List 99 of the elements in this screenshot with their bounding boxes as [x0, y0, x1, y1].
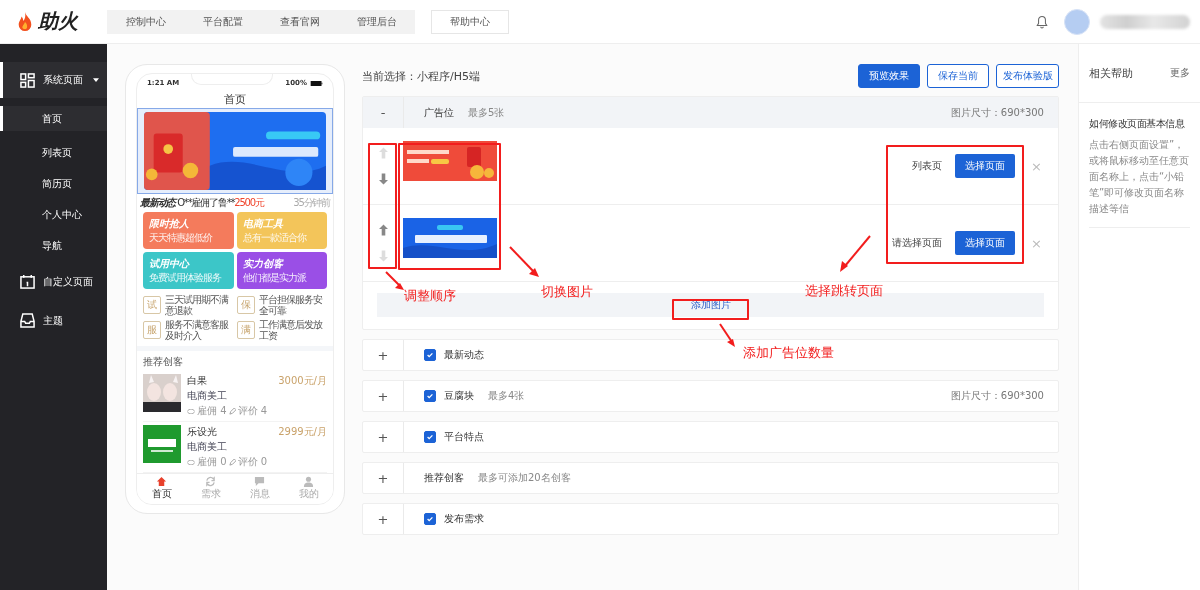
image-size-note: 图片尺寸：690*300 — [950, 389, 1044, 403]
section-title: 推荐创客 — [424, 471, 464, 485]
expand-toggle[interactable]: + — [363, 381, 404, 411]
review-count: 评价 4 — [237, 404, 268, 418]
link-target: 列表页 — [912, 159, 943, 173]
current-selection: 当前选择：小程序/H5端 — [362, 68, 480, 84]
grid-icon — [20, 72, 35, 88]
inbox-icon — [20, 313, 35, 328]
section-title: 推荐创客 — [142, 355, 184, 369]
section-title: 平台特点 — [444, 430, 484, 444]
person-icon — [303, 476, 314, 487]
flame-icon — [16, 10, 34, 33]
checkbox[interactable] — [424, 513, 436, 525]
feature-text: 服务不满意客服及时介入 — [165, 319, 230, 341]
sidebar-item[interactable]: 个人中心 — [0, 199, 107, 230]
annotation-arrow — [509, 246, 539, 277]
more-link[interactable]: 更多 — [1170, 66, 1190, 80]
hire-count: 雇佣 4 — [197, 404, 227, 418]
sidebar-group[interactable]: 主题 — [0, 302, 107, 339]
feature-text: 工作满意后发放工资 — [259, 319, 324, 341]
checkmark-icon — [426, 433, 434, 441]
select-page-button[interactable]: 选择页面 — [955, 231, 1016, 255]
creator-role: 电商美工 — [187, 389, 228, 403]
battery-icon — [310, 80, 323, 86]
sidebar-group[interactable]: 系统页面 — [0, 62, 107, 98]
page-title: 首页 — [223, 92, 247, 108]
section-note: 最多4张 — [488, 389, 525, 403]
feature-text: 平台担保服务安全可靠 — [259, 294, 323, 316]
section-title: 豆腐块 — [444, 389, 474, 403]
news-text: O**雇佣了鲁**2500元 — [177, 196, 266, 210]
checkbox[interactable] — [424, 390, 436, 402]
action-button[interactable]: 预览效果 — [858, 64, 920, 88]
nav-tab[interactable]: 管理后台 — [338, 14, 415, 29]
banner-selection[interactable] — [137, 108, 333, 194]
link-target: 请选择页面 — [892, 236, 943, 250]
checkmark-icon — [426, 515, 434, 523]
feature-badge: 保 — [237, 296, 255, 314]
eye-icon — [187, 408, 195, 414]
hire-count: 雇佣 0 — [197, 455, 227, 469]
feature-tile[interactable]: 实力创客 他们都是实力派 — [236, 252, 327, 289]
nav-tab[interactable]: 平台配置 — [184, 14, 261, 29]
review-count: 评价 0 — [237, 455, 268, 469]
annotation-arrow — [385, 271, 404, 290]
section-title: 最新动态 — [444, 348, 484, 362]
bell-icon[interactable] — [1036, 14, 1048, 29]
select-page-button[interactable]: 选择页面 — [955, 154, 1016, 178]
sidebar-item[interactable]: 首页 — [0, 106, 107, 131]
checkmark-icon — [426, 392, 434, 400]
nav-tab[interactable]: 控制中心 — [107, 14, 184, 29]
annotation-arrow — [719, 323, 735, 347]
feature-text: 三天试用期不满意退款 — [165, 294, 230, 316]
news-label: 最新动态 — [140, 196, 176, 210]
action-button[interactable]: 保存当前 — [927, 64, 989, 88]
message-icon — [254, 476, 265, 487]
article-title[interactable]: 如何修改页面基本信息 — [1089, 117, 1190, 131]
help-center-button[interactable]: 帮助中心 — [431, 9, 509, 34]
checkbox[interactable] — [424, 431, 436, 443]
creator-name: 乐设光 — [187, 425, 217, 439]
feature-badge: 服 — [143, 321, 161, 339]
eye-icon — [187, 459, 195, 465]
sidebar-item[interactable]: 简历页 — [0, 168, 107, 199]
down-arrow-icon[interactable] — [378, 173, 388, 185]
section-note: 最多5张 — [468, 105, 505, 120]
sidebar-item[interactable]: 列表页 — [0, 137, 107, 168]
section-title: 广告位 — [424, 105, 454, 120]
feature-badge: 满 — [237, 321, 255, 339]
calendar-icon — [20, 274, 35, 289]
feature-badge: 试 — [143, 296, 161, 314]
sidebar-item[interactable]: 导航 — [0, 230, 107, 261]
creator-price: 2999元/月 — [278, 425, 327, 439]
up-arrow-icon[interactable] — [378, 224, 388, 236]
tab-bar-item[interactable]: 首页 — [137, 476, 186, 504]
annotation-arrow — [840, 235, 871, 272]
swap-icon — [205, 476, 216, 487]
creator-price: 3000元/月 — [278, 374, 327, 388]
home-icon — [156, 476, 167, 487]
creator-role: 电商美工 — [187, 440, 228, 454]
expand-toggle[interactable]: + — [363, 422, 404, 452]
nav-tab[interactable]: 查看官网 — [261, 14, 338, 29]
expand-toggle[interactable]: - — [363, 97, 404, 128]
help-title: 相关帮助 — [1089, 65, 1133, 81]
caret-icon — [93, 78, 99, 82]
sidebar-group[interactable]: 自定义页面 — [0, 263, 107, 300]
expand-toggle[interactable]: + — [363, 340, 404, 370]
expand-toggle[interactable]: + — [363, 504, 404, 534]
section-title: 发布需求 — [444, 512, 484, 526]
annotation-label: 添加广告位数量 — [743, 344, 834, 362]
article-text: 点击右侧页面设置”，或将鼠标移动至任意页面名称上，点击“小铅笔”即可修改页面名称描述等信 — [1089, 138, 1190, 216]
checkmark-icon — [426, 351, 434, 359]
expand-toggle[interactable]: + — [363, 463, 404, 493]
creator-name: 白果 — [187, 374, 207, 388]
section-note: 最多可添加20名创客 — [478, 471, 571, 485]
pencil-icon — [228, 458, 236, 466]
checkbox[interactable] — [424, 349, 436, 361]
image-size-note: 图片尺寸：690*300 — [950, 105, 1044, 120]
action-button[interactable]: 发布体验版 — [996, 64, 1059, 88]
pencil-icon — [228, 407, 236, 415]
logo-text: 助火 — [38, 8, 78, 35]
news-time: 35分钟前 — [293, 196, 330, 210]
